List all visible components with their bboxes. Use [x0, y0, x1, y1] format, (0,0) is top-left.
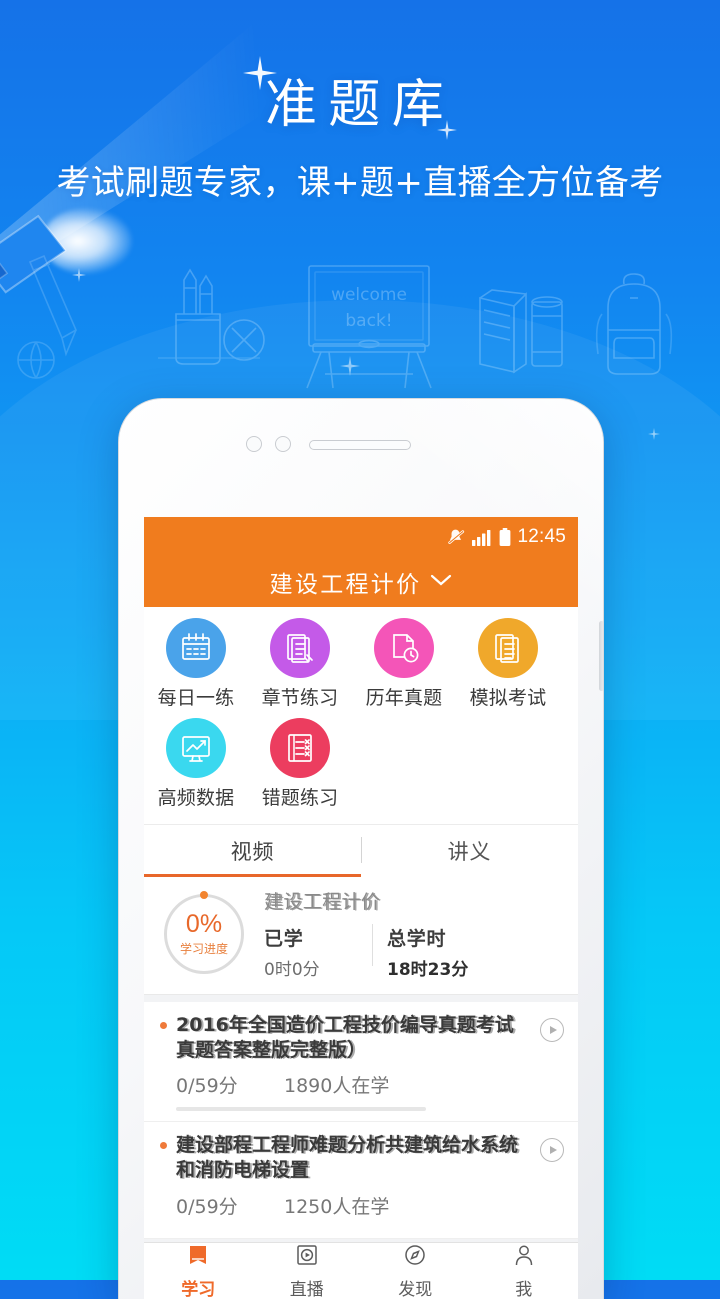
feature-item-daily-practice[interactable]: 每日一练	[144, 618, 248, 710]
feature-grid-spacer	[352, 718, 456, 810]
nav-item-label: 直播	[290, 1275, 324, 1299]
course-learners: 1890人在学	[284, 1071, 389, 1098]
compass-icon	[403, 1243, 427, 1272]
poster-subtitle: 考试刷题专家，课+题+直播全方位备考	[0, 155, 720, 204]
backpack-illustration	[588, 268, 688, 388]
progress-label: 学习进度	[180, 940, 228, 957]
course-row: 建设部程工程师难题分析共建筑给水系统和消防电梯设置	[158, 1133, 564, 1182]
progress-total-value: 18时23分	[387, 955, 495, 980]
blackboard-text-line2: back!	[345, 311, 392, 331]
progress-ring-wrap: 0% 学习进度	[144, 894, 264, 974]
course-score: 0/59分	[176, 1192, 284, 1219]
desk-supplies-illustration	[150, 262, 270, 382]
nav-item-label: 发现	[398, 1275, 432, 1299]
feature-grid-row-2: 高频数据 错题练习	[144, 718, 578, 818]
power-button[interactable]	[599, 621, 604, 691]
nav-item-study[interactable]: 学习	[144, 1243, 253, 1299]
nav-item-discover[interactable]: 发现	[361, 1243, 470, 1299]
progress-studied-key: 已学	[264, 924, 372, 951]
feature-item-high-frequency-data[interactable]: 高频数据	[144, 718, 248, 810]
content-tabs: 视频 讲义	[144, 824, 578, 877]
books-illustration	[470, 272, 570, 382]
blackboard-illustration: welcome back!	[295, 262, 445, 390]
progress-marker-dot	[200, 891, 208, 899]
feature-item-label: 错题练习	[262, 783, 339, 810]
checklist-cross-icon	[270, 718, 330, 778]
progress-percent: 0%	[186, 912, 222, 937]
chevron-down-icon[interactable]	[430, 573, 452, 592]
feature-item-past-exams[interactable]: 历年真题	[352, 618, 456, 710]
tab-video[interactable]: 视频	[144, 825, 361, 877]
document-clock-icon	[374, 618, 434, 678]
document-pen-icon	[270, 618, 330, 678]
play-square-icon	[295, 1243, 319, 1272]
bullet-icon	[160, 1142, 167, 1149]
course-learners: 1250人在学	[284, 1192, 389, 1219]
feature-item-label: 模拟考试	[470, 683, 547, 710]
front-sensor-icon	[246, 436, 262, 452]
bell-muted-icon	[446, 528, 465, 547]
tab-handout[interactable]: 讲义	[361, 825, 578, 877]
course-meta: 0/59分 1890人在学	[176, 1071, 564, 1098]
progress-studied-value: 0时0分	[264, 955, 372, 980]
progress-studied: 已学 0时0分	[264, 924, 372, 980]
course-meta: 0/59分 1250人在学	[176, 1192, 564, 1219]
course-row: 2016年全国造价工程技价编导真题考试真题答案整版完整版）	[158, 1013, 564, 1062]
progress-course-title: 建设工程计价	[264, 887, 568, 914]
app-header-title: 建设工程计价	[270, 565, 422, 599]
progress-details: 建设工程计价 已学 0时0分 总学时 18时23分	[264, 887, 578, 980]
progress-total-key: 总学时	[387, 924, 495, 951]
course-list-item[interactable]: 2016年全国造价工程技价编导真题考试真题答案整版完整版） 0/59分 1890…	[144, 1002, 578, 1122]
nav-item-live[interactable]: 直播	[253, 1243, 362, 1299]
feature-grid-row-1: 每日一练 章节练习	[144, 618, 578, 718]
tab-active-indicator	[144, 874, 361, 877]
calendar-icon	[166, 618, 226, 678]
feature-item-mock-exam[interactable]: 模拟考试	[456, 618, 560, 710]
nav-item-label: 学习	[181, 1275, 215, 1299]
app-header[interactable]: 建设工程计价	[144, 557, 578, 607]
nav-item-label: 我	[515, 1275, 532, 1299]
person-icon	[512, 1243, 536, 1272]
play-circle-icon[interactable]	[540, 1018, 564, 1042]
battery-icon	[499, 528, 511, 546]
nav-item-profile[interactable]: 我	[470, 1243, 579, 1299]
blackboard-text-line1: welcome	[331, 285, 407, 305]
bullet-icon	[160, 1022, 167, 1029]
tab-separator	[361, 837, 362, 863]
book-icon	[186, 1243, 210, 1272]
earpiece-speaker	[309, 440, 411, 450]
feature-item-label: 高频数据	[158, 783, 235, 810]
course-title: 建设部程工程师难题分析共建筑给水系统和消防电梯设置	[176, 1133, 532, 1182]
feature-item-label: 每日一练	[158, 683, 235, 710]
front-camera-icon	[275, 436, 291, 452]
progress-ring: 0% 学习进度	[164, 894, 244, 974]
document-stack-icon	[478, 618, 538, 678]
course-list-item[interactable]: 建设部程工程师难题分析共建筑给水系统和消防电梯设置 0/59分 1250人在学	[144, 1122, 578, 1238]
progress-stats: 已学 0时0分 总学时 18时23分	[264, 924, 568, 980]
course-progress-bar	[176, 1107, 426, 1111]
progress-total: 总学时 18时23分	[387, 924, 495, 980]
feature-grid-spacer	[456, 718, 560, 810]
feature-grid: 每日一练 章节练习	[144, 607, 578, 824]
pencil-illustration	[10, 252, 100, 382]
course-list: 2016年全国造价工程技价编导真题考试真题答案整版完整版） 0/59分 1890…	[144, 1002, 578, 1239]
status-bar: 12:45	[144, 517, 578, 557]
course-title: 2016年全国造价工程技价编导真题考试真题答案整版完整版）	[176, 1013, 532, 1062]
play-circle-icon[interactable]	[540, 1138, 564, 1162]
feature-item-label: 章节练习	[262, 683, 339, 710]
chart-monitor-icon	[166, 718, 226, 778]
phone-screen: 12:45 建设工程计价	[144, 517, 578, 1299]
phone-mockup: 12:45 建设工程计价	[118, 398, 604, 1299]
feature-item-label: 历年真题	[366, 683, 443, 710]
course-score: 0/59分	[176, 1071, 284, 1098]
feature-item-wrong-questions[interactable]: 错题练习	[248, 718, 352, 810]
sparkle-icon	[648, 428, 660, 440]
stat-divider	[372, 924, 373, 966]
study-progress-card[interactable]: 0% 学习进度 建设工程计价 已学 0时0分 总学时 18时23分	[144, 877, 578, 995]
bottom-navigation: 学习 直播 发现	[144, 1242, 578, 1299]
feature-item-chapter-practice[interactable]: 章节练习	[248, 618, 352, 710]
status-clock: 12:45	[518, 526, 567, 548]
signal-bars-icon	[472, 529, 492, 546]
poster-title: 准题库	[0, 62, 720, 137]
